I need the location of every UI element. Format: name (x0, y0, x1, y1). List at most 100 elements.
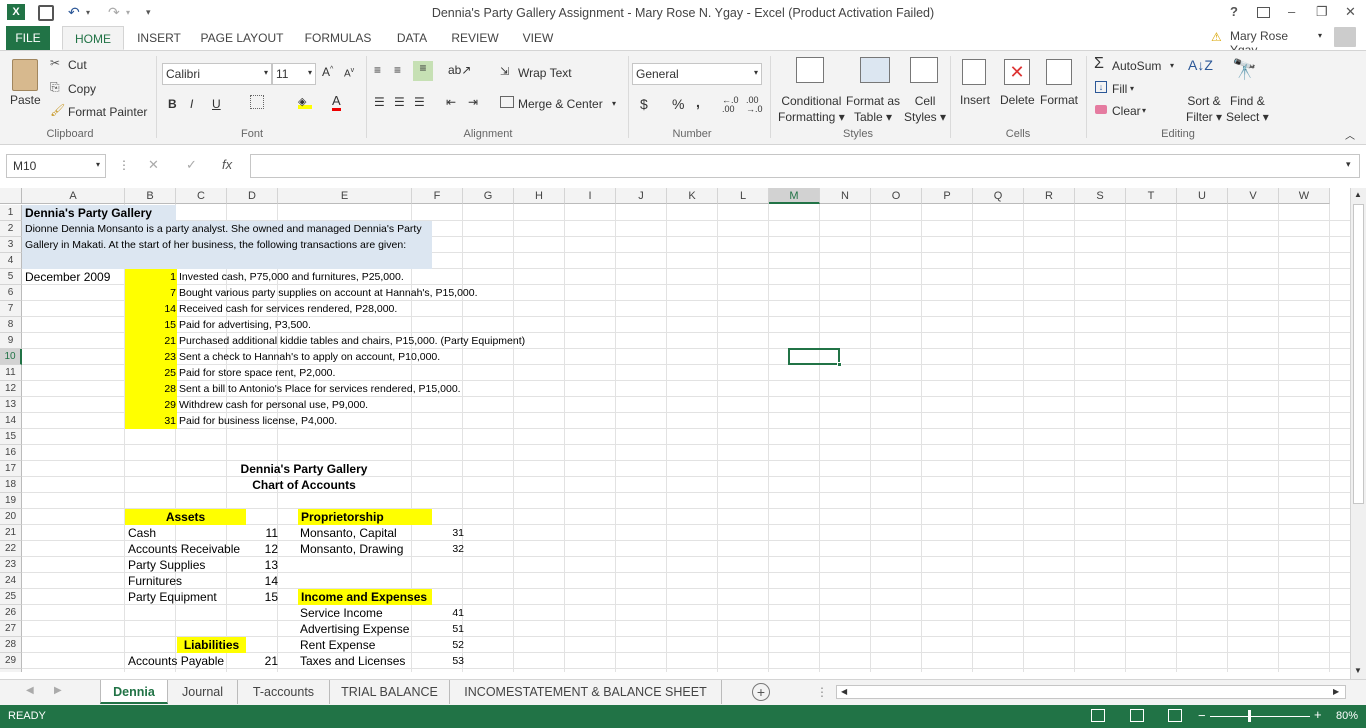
column-header[interactable]: C (176, 188, 227, 204)
column-header[interactable]: Q (973, 188, 1024, 204)
zoom-level[interactable]: 80% (1336, 710, 1358, 722)
transaction-text[interactable]: Paid for business license, P4,000. (179, 413, 337, 429)
account-code[interactable]: 53 (430, 653, 464, 669)
row-header[interactable]: 26 (0, 605, 22, 621)
account-code[interactable]: 14 (228, 573, 278, 589)
proprietorship-header[interactable]: Proprietorship (298, 509, 432, 525)
page-layout-view-icon[interactable] (1130, 709, 1144, 722)
column-header[interactable]: G (463, 188, 514, 204)
align-right-icon[interactable]: ☰ (414, 95, 425, 109)
font-name-select[interactable]: Calibri ▾ (162, 63, 272, 85)
ribbon-display-icon[interactable] (1257, 7, 1270, 18)
account-code[interactable]: 13 (228, 557, 278, 573)
transaction-text[interactable]: Sent a check to Hannah's to apply on acc… (179, 349, 440, 365)
transaction-text[interactable]: Purchased additional kiddie tables and c… (179, 333, 525, 349)
wrap-text-button[interactable]: Wrap Text (518, 66, 572, 80)
sheet-tab-trial-balance[interactable]: TRIAL BALANCE (330, 680, 450, 704)
insert-function-icon[interactable]: fx (222, 157, 232, 172)
transaction-day[interactable]: 14 (125, 301, 176, 317)
font-color-icon[interactable]: A (332, 94, 341, 111)
row-header[interactable]: 8 (0, 317, 22, 333)
column-header[interactable]: S (1075, 188, 1126, 204)
account-code[interactable]: 51 (430, 621, 464, 637)
formula-input[interactable] (250, 154, 1360, 178)
tab-home[interactable]: HOME (62, 26, 124, 50)
expand-formula-icon[interactable]: ▾ (1346, 159, 1351, 170)
transaction-day[interactable]: 7 (125, 285, 176, 301)
tab-view[interactable]: VIEW (514, 26, 562, 50)
align-center-icon[interactable]: ☰ (394, 95, 405, 109)
decrease-font-icon[interactable]: Av (344, 67, 354, 79)
row-header[interactable]: 11 (0, 365, 22, 381)
column-header[interactable]: D (227, 188, 278, 204)
transaction-text[interactable]: Invested cash, P75,000 and furnitures, P… (179, 269, 404, 285)
row-header[interactable]: 22 (0, 541, 22, 557)
increase-indent-icon[interactable]: ⇥ (468, 95, 478, 109)
row-header[interactable]: 18 (0, 477, 22, 493)
column-header[interactable]: L (718, 188, 769, 204)
orientation-icon[interactable]: ab↗ (448, 63, 471, 77)
row-header[interactable]: 7 (0, 301, 22, 317)
align-bottom-icon[interactable]: ≡ (413, 61, 433, 81)
transaction-text[interactable]: Bought various party supplies on account… (179, 285, 478, 301)
column-header[interactable]: K (667, 188, 718, 204)
transaction-text[interactable]: Sent a bill to Antonio's Place for servi… (179, 381, 461, 397)
borders-icon[interactable] (250, 95, 264, 109)
column-header[interactable]: T (1126, 188, 1177, 204)
sheet-tab-income-statement[interactable]: INCOMESTATEMENT & BALANCE SHEET (450, 680, 722, 704)
column-header[interactable]: J (616, 188, 667, 204)
account-name[interactable]: Cash (128, 525, 156, 541)
column-header[interactable]: E (278, 188, 412, 204)
cell-a3[interactable]: Gallery in Makati. At the start of her b… (25, 237, 406, 253)
column-header[interactable]: F (412, 188, 463, 204)
transaction-day[interactable]: 25 (125, 365, 176, 381)
autosum-dropdown-icon[interactable]: ▾ (1170, 61, 1174, 70)
underline-button[interactable]: U (212, 97, 221, 111)
account-name[interactable]: Rent Expense (300, 637, 375, 653)
scroll-left-icon[interactable]: ◀ (841, 687, 847, 696)
account-name[interactable]: Service Income (300, 605, 383, 621)
row-header[interactable]: 19 (0, 493, 22, 509)
horizontal-scrollbar[interactable]: ◀ ▶ (836, 685, 1346, 699)
align-left-icon[interactable]: ☰ (374, 95, 385, 109)
column-header[interactable]: W (1279, 188, 1330, 204)
transaction-day[interactable]: 1 (125, 269, 176, 285)
next-sheet-icon[interactable]: ▶ (54, 685, 62, 696)
tab-insert[interactable]: INSERT (130, 26, 188, 50)
liabilities-header[interactable]: Liabilities (177, 637, 246, 653)
italic-button[interactable]: I (190, 97, 193, 111)
enter-icon[interactable]: ✓ (186, 157, 197, 173)
format-painter-button[interactable]: Format Painter (68, 105, 147, 119)
sheet-tab-journal[interactable]: Journal (168, 680, 238, 704)
row-header[interactable]: 21 (0, 525, 22, 541)
row-header[interactable]: 20 (0, 509, 22, 525)
minimize-icon[interactable]: – (1288, 4, 1295, 19)
column-header[interactable]: P (922, 188, 973, 204)
account-name[interactable]: Taxes and Licenses (300, 653, 405, 669)
row-header[interactable]: 6 (0, 285, 22, 301)
format-as-table-button[interactable]: Format as Table ▾ (846, 93, 900, 125)
font-size-select[interactable]: 11 ▾ (272, 63, 316, 85)
account-code[interactable]: 32 (430, 541, 464, 557)
paste-icon[interactable] (12, 59, 38, 91)
fill-button[interactable]: Fill (1112, 82, 1127, 96)
name-box[interactable]: M10 ▾ (6, 154, 106, 178)
tab-page-layout[interactable]: PAGE LAYOUT (196, 26, 288, 50)
cell-styles-button[interactable]: Cell Styles ▾ (904, 93, 946, 125)
zoom-in-icon[interactable]: + (1314, 707, 1322, 722)
transaction-text[interactable]: Paid for store space rent, P2,000. (179, 365, 335, 381)
clear-dropdown-icon[interactable]: ▾ (1142, 106, 1146, 115)
align-top-icon[interactable]: ≡ (374, 63, 381, 77)
column-header[interactable]: U (1177, 188, 1228, 204)
account-code[interactable]: 41 (430, 605, 464, 621)
align-middle-icon[interactable]: ≡ (394, 63, 401, 77)
income-expenses-header[interactable]: Income and Expenses (298, 589, 432, 605)
account-code[interactable]: 21 (228, 653, 278, 669)
delete-cells-button[interactable]: Delete (1000, 93, 1035, 107)
tab-review[interactable]: REVIEW (446, 26, 504, 50)
account-name[interactable]: Furnitures (128, 573, 182, 589)
restore-icon[interactable]: ❐ (1316, 4, 1328, 20)
copy-button[interactable]: Copy (68, 82, 96, 96)
account-code[interactable]: 52 (430, 637, 464, 653)
coa-title[interactable]: Dennia's Party Gallery (126, 461, 482, 477)
